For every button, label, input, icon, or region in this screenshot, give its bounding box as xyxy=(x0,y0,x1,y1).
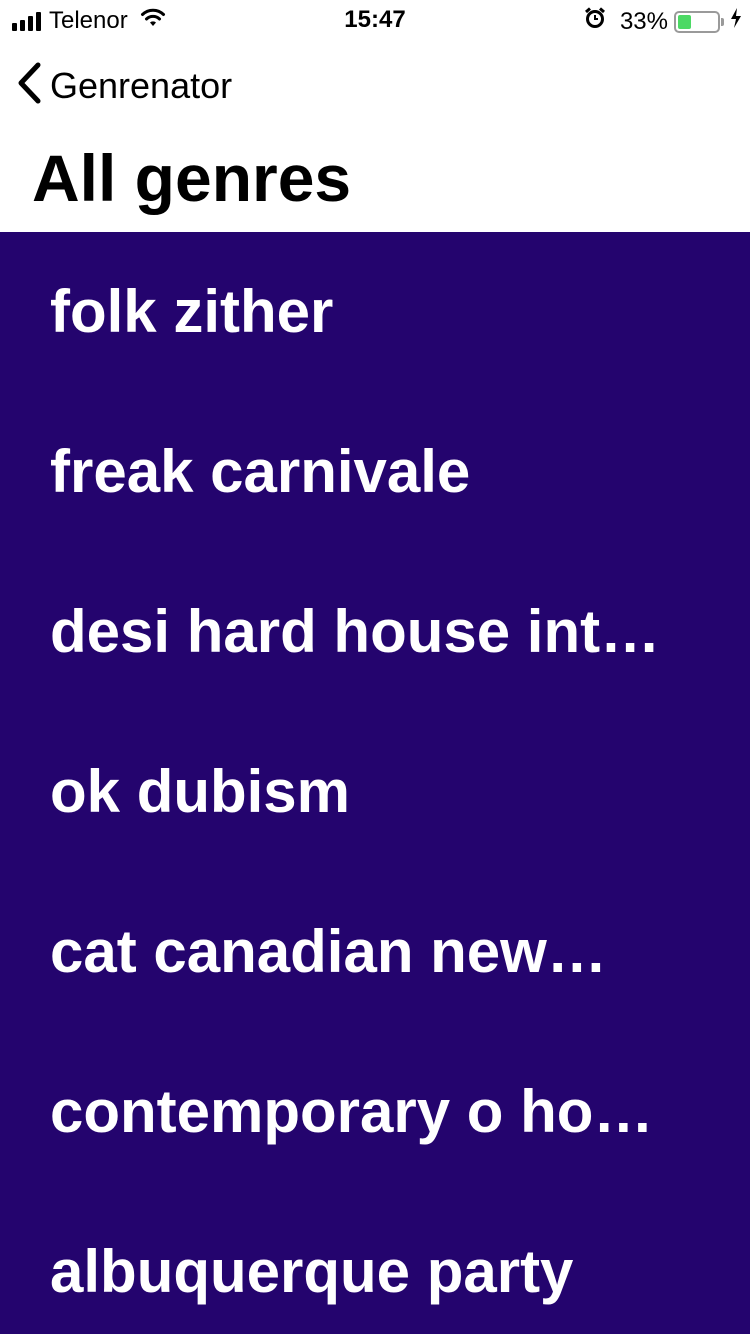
genre-label: folk zither xyxy=(50,278,334,345)
genre-label: cat canadian new… xyxy=(50,918,607,985)
genre-item-cat-canadian-new[interactable]: cat canadian new… xyxy=(0,872,750,1032)
genre-item-albuquerque-party[interactable]: albuquerque party xyxy=(0,1192,750,1334)
genre-label: contemporary o ho… xyxy=(50,1078,654,1145)
battery-percent: 33% xyxy=(619,7,668,35)
alarm-icon xyxy=(584,7,606,36)
genre-label: albuquerque party xyxy=(50,1238,574,1305)
genre-label: freak carnivale xyxy=(50,438,471,505)
battery-icon xyxy=(674,10,720,33)
genre-label: ok dubism xyxy=(50,758,351,825)
page-title: All genres xyxy=(32,141,352,215)
battery-cap xyxy=(721,17,724,26)
genre-item-freak-carnivale[interactable]: freak carnivale xyxy=(0,392,750,552)
back-button[interactable]: Genrenator xyxy=(16,62,232,109)
back-button-label: Genrenator xyxy=(50,64,233,106)
charging-bolt-icon xyxy=(730,7,742,36)
genre-label: desi hard house int… xyxy=(50,598,661,665)
genre-list: folk zither freak carnivale desi hard ho… xyxy=(0,232,750,1334)
status-right: 33% xyxy=(584,7,742,36)
genre-item-contemporary-o-ho[interactable]: contemporary o ho… xyxy=(0,1032,750,1192)
status-bar: Telenor 15:47 33% xyxy=(0,0,750,40)
genre-item-ok-dubism[interactable]: ok dubism xyxy=(0,712,750,872)
chevron-left-icon xyxy=(16,62,42,109)
genre-item-folk-zither[interactable]: folk zither xyxy=(0,232,750,392)
navigation-bar: Genrenator All genres xyxy=(0,40,750,230)
battery-level xyxy=(678,14,691,29)
genre-item-desi-hard-house[interactable]: desi hard house int… xyxy=(0,552,750,712)
